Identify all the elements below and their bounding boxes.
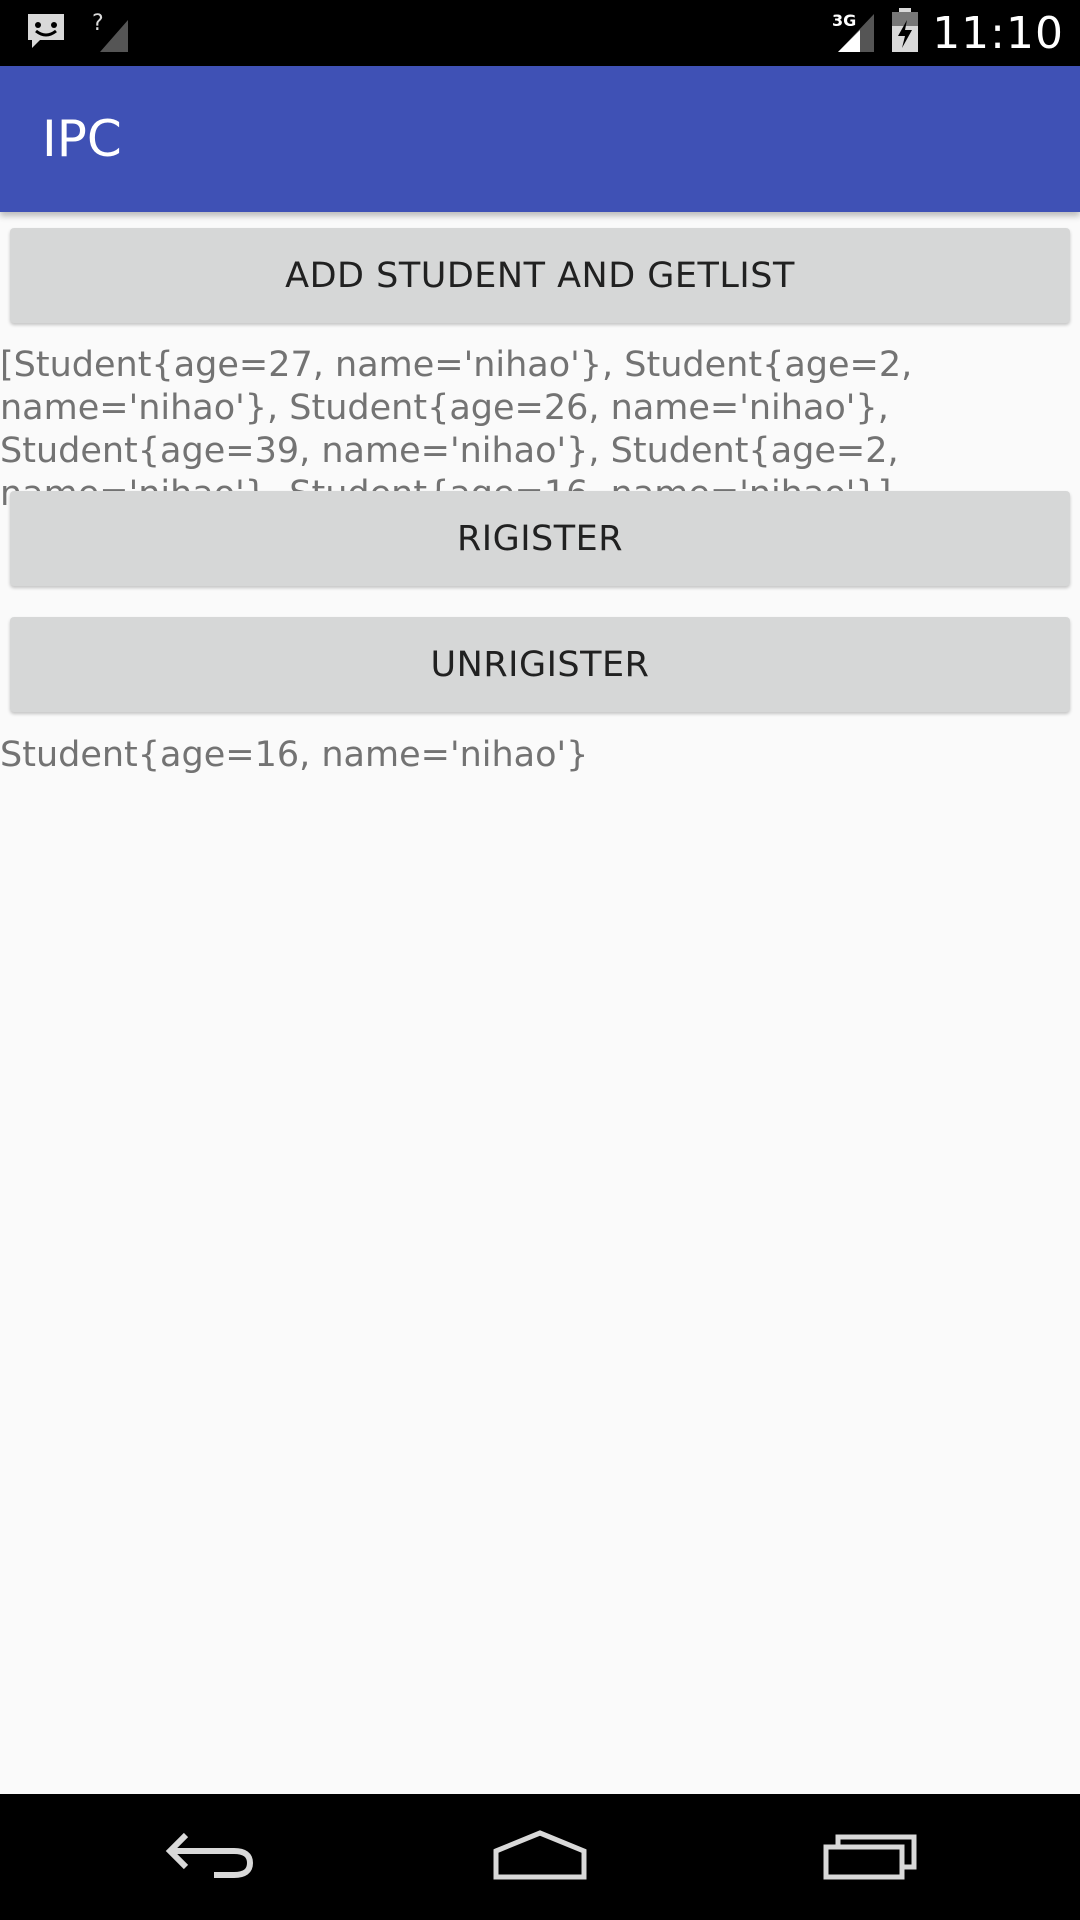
callback-output: Student{age=16, name='nihao'} [0, 735, 589, 775]
status-right: 3G 11:10 [832, 0, 1064, 66]
no-signal-icon: ? [92, 10, 132, 58]
recents-button[interactable] [810, 1794, 930, 1920]
unregister-button[interactable]: UNRIGISTER [10, 617, 1070, 712]
recents-icon [822, 1825, 918, 1889]
back-button[interactable] [150, 1794, 270, 1920]
register-button[interactable]: RIGISTER [10, 491, 1070, 586]
cell-signal-icon: 3G [832, 8, 878, 58]
status-bar: ? 3G 11:10 [0, 0, 1080, 66]
status-time: 11:10 [932, 7, 1064, 59]
message-notification-icon [24, 10, 68, 58]
navigation-bar [0, 1794, 1080, 1920]
home-icon [490, 1825, 590, 1889]
add-student-button[interactable]: ADD STUDENT AND GETLIST [10, 228, 1070, 323]
app-title: IPC [42, 110, 122, 168]
network-type-label: 3G [832, 11, 856, 30]
home-button[interactable] [480, 1794, 600, 1920]
battery-charging-icon [890, 8, 920, 58]
status-left: ? [24, 10, 132, 58]
app-bar: IPC [0, 66, 1080, 212]
back-icon [162, 1825, 258, 1889]
svg-text:?: ? [92, 11, 104, 36]
